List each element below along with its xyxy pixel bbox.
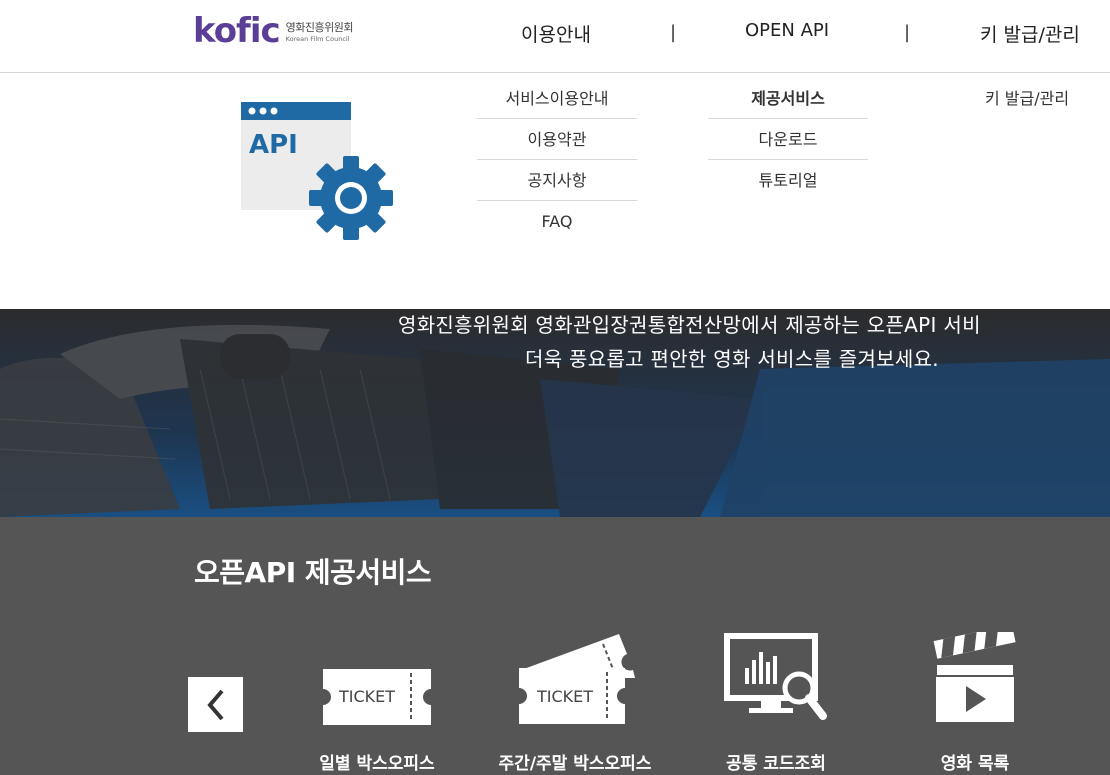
nav-separator: |: [904, 22, 911, 43]
service-daily-boxoffice[interactable]: TICKET 일별 박스오피스: [282, 632, 472, 774]
services-title: 오픈API 제공서비스: [194, 556, 432, 589]
service-label: 영화 목록: [940, 754, 1010, 774]
ticket-icon: TICKET: [282, 632, 472, 727]
service-label: 주간/주말 박스오피스: [498, 754, 652, 774]
logo-korean-name: 영화진흥위원회: [285, 21, 354, 34]
submenu-item-faq[interactable]: FAQ: [477, 201, 637, 242]
monitor-search-icon: [681, 632, 871, 727]
submenu-usage-guide: 서비스이용안내 이용약관 공지사항 FAQ: [477, 78, 637, 242]
service-common-code[interactable]: 공통 코드조회: [681, 632, 871, 774]
mega-menu: API 서비스이용안내 이용약관 공지사항 FAQ 제공서비스 다운로드 튜토리…: [0, 73, 1110, 309]
submenu-item-services[interactable]: 제공서비스: [708, 78, 868, 119]
hero-text-line-1: 영화진흥위원회 영화관입장권통합전산망에서 제공하는 오픈API 서비: [398, 313, 981, 337]
submenu-open-api: 제공서비스 다운로드 튜토리얼: [708, 78, 868, 201]
logo-english-name: Korean Film Council: [285, 35, 350, 43]
service-label: 일별 박스오피스: [319, 754, 435, 774]
svg-text:TICKET: TICKET: [536, 687, 593, 706]
submenu-item-key-management[interactable]: 키 발급/관리: [985, 78, 1095, 119]
nav-key-management[interactable]: 키 발급/관리: [980, 20, 1080, 47]
submenu-item-service-guide[interactable]: 서비스이용안내: [477, 78, 637, 119]
svg-text:TICKET: TICKET: [338, 687, 395, 706]
submenu-item-download[interactable]: 다운로드: [708, 119, 868, 160]
submenu-item-notice[interactable]: 공지사항: [477, 160, 637, 201]
double-ticket-icon: TICKET: [480, 632, 670, 727]
nav-separator: |: [670, 22, 677, 43]
submenu-item-tutorial[interactable]: 튜토리얼: [708, 160, 868, 201]
chevron-left-icon: [206, 689, 224, 720]
services-section: 오픈API 제공서비스 TICKET 일별 박스오피스 TICKET 주간/주말…: [0, 517, 1110, 775]
service-weekly-boxoffice[interactable]: TICKET 주간/주말 박스오피스: [480, 632, 670, 774]
nav-usage-guide[interactable]: 이용안내: [521, 20, 591, 47]
site-header: kofic 영화진흥위원회 Korean Film Council 이용안내 |…: [0, 0, 1110, 73]
service-label: 공통 코드조회: [726, 754, 826, 774]
kofic-logo[interactable]: kofic 영화진흥위원회 Korean Film Council: [193, 11, 354, 51]
submenu-item-terms[interactable]: 이용약관: [477, 119, 637, 160]
hero-text-line-2: 더욱 풍요롭고 편안한 영화 서비스를 즐겨보세요.: [525, 347, 939, 371]
logo-mark: kofic: [193, 11, 281, 51]
submenu-key-management: 키 발급/관리: [985, 78, 1095, 119]
clapperboard-icon: [880, 632, 1070, 727]
nav-open-api[interactable]: OPEN API: [745, 20, 829, 41]
logo-subtitle: 영화진흥위원회 Korean Film Council: [285, 19, 354, 43]
cinema-seats-background: [0, 324, 1110, 517]
carousel-prev-button[interactable]: [188, 677, 243, 732]
svg-text:API: API: [249, 130, 298, 160]
service-movie-list[interactable]: 영화 목록: [880, 632, 1070, 774]
hero-banner: 영화진흥위원회 영화관입장권통합전산망에서 제공하는 오픈API 서비 더욱 풍…: [0, 309, 1110, 517]
api-gear-icon: API: [241, 102, 393, 246]
